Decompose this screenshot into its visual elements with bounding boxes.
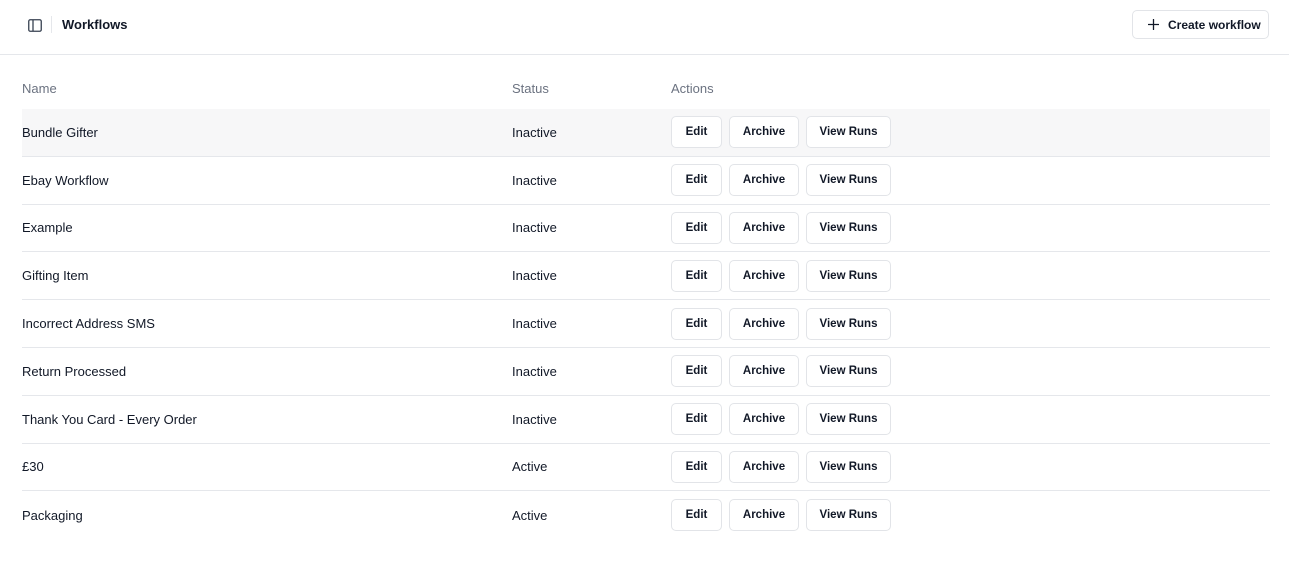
table-row: Thank You Card - Every Order Inactive Edit… <box>22 396 1270 444</box>
workflow-status: Active <box>512 459 548 475</box>
workflow-status: Inactive <box>512 363 557 379</box>
workflow-name: Return Processed <box>22 363 127 379</box>
archive-button[interactable]: Archive <box>729 499 799 532</box>
workflow-status: Inactive <box>512 316 557 332</box>
table-row: Bundle Gifter Inactive Edit Archive View Run… <box>22 109 1270 157</box>
workflows-table: Name Status Actions Bundle Gifter Inactiv… <box>22 68 1270 539</box>
table-row: Return Processed Inactive Edit Archive View … <box>22 348 1270 396</box>
view-runs-button[interactable]: View Runs <box>806 211 891 244</box>
archive-button[interactable]: Archive <box>729 403 799 436</box>
archive-button[interactable]: Archive <box>729 355 799 388</box>
page-header: Workflows Create workflow <box>0 0 1289 55</box>
workflow-name: Example <box>22 220 73 236</box>
row-actions: Edit Archive View Runs <box>671 157 891 204</box>
edit-button[interactable]: Edit <box>671 164 722 197</box>
create-workflow-button[interactable]: Create workflow <box>1132 10 1269 39</box>
edit-button[interactable]: Edit <box>671 450 722 483</box>
edit-button[interactable]: Edit <box>671 355 722 388</box>
workflow-name: Packaging <box>22 507 83 523</box>
workflow-status: Inactive <box>512 172 557 188</box>
column-header-name: Name <box>22 81 57 96</box>
archive-button[interactable]: Archive <box>729 164 799 197</box>
plus-icon <box>1148 19 1159 30</box>
archive-button[interactable]: Archive <box>729 211 799 244</box>
workflow-name: Thank You Card - Every Order <box>22 411 197 427</box>
workflow-status: Inactive <box>512 411 557 427</box>
archive-button[interactable]: Archive <box>729 116 799 149</box>
column-header-status: Status <box>512 81 549 96</box>
row-actions: Edit Archive View Runs <box>671 444 891 491</box>
table-row: Example Inactive Edit Archive View Runs <box>22 205 1270 253</box>
view-runs-button[interactable]: View Runs <box>806 499 891 532</box>
table-row: Incorrect Address SMS Inactive Edit Archive… <box>22 300 1270 348</box>
workflow-status: Inactive <box>512 124 557 140</box>
workflow-name: Incorrect Address SMS <box>22 316 155 332</box>
view-runs-button[interactable]: View Runs <box>806 307 891 340</box>
workflow-name: Bundle Gifter <box>22 124 98 140</box>
row-actions: Edit Archive View Runs <box>671 109 891 156</box>
workflow-name: Ebay Workflow <box>22 172 109 188</box>
row-actions: Edit Archive View Runs <box>671 348 891 395</box>
edit-button[interactable]: Edit <box>671 499 722 532</box>
archive-button[interactable]: Archive <box>729 307 799 340</box>
table-row: Gifting Item Inactive Edit Archive View Runs <box>22 252 1270 301</box>
table-row: Ebay Workflow Inactive Edit Archive View Run… <box>22 157 1270 205</box>
row-actions: Edit Archive View Runs <box>671 252 891 299</box>
view-runs-button[interactable]: View Runs <box>806 355 891 388</box>
row-actions: Edit Archive View Runs <box>671 491 891 539</box>
workflow-status: Inactive <box>512 268 557 284</box>
edit-button[interactable]: Edit <box>671 307 722 340</box>
edit-button[interactable]: Edit <box>671 403 722 436</box>
edit-button[interactable]: Edit <box>671 259 722 292</box>
archive-button[interactable]: Archive <box>729 450 799 483</box>
view-runs-button[interactable]: View Runs <box>806 403 891 436</box>
view-runs-button[interactable]: View Runs <box>806 164 891 197</box>
sidebar-panel-icon[interactable] <box>26 17 44 33</box>
column-header-actions: Actions <box>671 81 714 96</box>
table-body: Bundle Gifter Inactive Edit Archive View Run… <box>22 109 1270 539</box>
view-runs-button[interactable]: View Runs <box>806 259 891 292</box>
table-header: Name Status Actions <box>22 68 1270 109</box>
view-runs-button[interactable]: View Runs <box>806 450 891 483</box>
edit-button[interactable]: Edit <box>671 116 722 149</box>
view-runs-button[interactable]: View Runs <box>806 116 891 149</box>
create-workflow-label: Create workflow <box>1168 17 1261 32</box>
row-actions: Edit Archive View Runs <box>671 300 891 347</box>
table-row: £30 Active Edit Archive View Runs <box>22 444 1270 492</box>
edit-button[interactable]: Edit <box>671 211 722 244</box>
page-title: Workflows <box>62 17 128 32</box>
workflow-status: Active <box>512 507 548 523</box>
row-actions: Edit Archive View Runs <box>671 205 891 252</box>
workflow-name: £30 <box>22 459 44 475</box>
workflow-status: Inactive <box>512 220 557 236</box>
workflow-name: Gifting Item <box>22 268 89 284</box>
header-divider <box>51 16 52 33</box>
table-row: Packaging Active Edit Archive View Runs <box>22 491 1270 539</box>
row-actions: Edit Archive View Runs <box>671 396 891 443</box>
archive-button[interactable]: Archive <box>729 259 799 292</box>
